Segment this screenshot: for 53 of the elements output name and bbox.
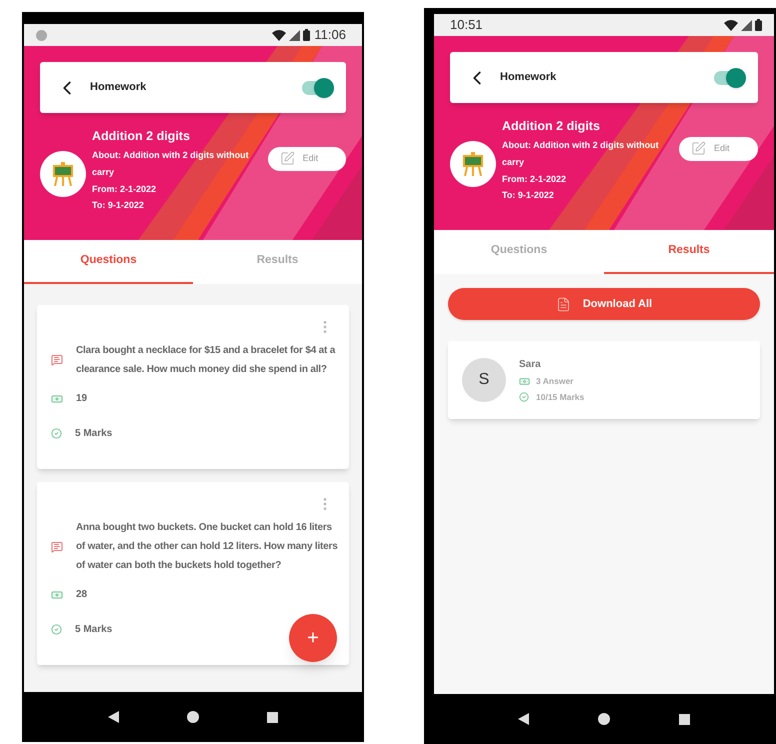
question-icon [51, 354, 63, 366]
marks-text: 5 Marks [75, 623, 112, 637]
assignment-from: From: 2-1-2022 [92, 182, 158, 196]
tab[interactable]: Results [193, 240, 362, 284]
answer-text: 28 [76, 588, 88, 602]
marks-text: 5 Marks [75, 427, 112, 441]
battery-icon [303, 29, 310, 41]
file-icon [556, 296, 571, 312]
edit-button[interactable]: Edit [679, 136, 758, 161]
question-icon [51, 540, 63, 552]
tab[interactable]: Questions [434, 230, 604, 274]
check-icon [519, 392, 529, 402]
answer-text: 19 [76, 392, 88, 406]
assignment-about: About: Addition with 2 digits without carry [502, 138, 660, 169]
money-icon [51, 392, 63, 404]
status-time: 10:51 [450, 16, 483, 34]
assignment-to: To: 9-1-2022 [502, 188, 555, 202]
wifi-icon [724, 20, 738, 30]
download-all-button[interactable]: Download All [448, 288, 760, 320]
back-nav-icon[interactable] [108, 711, 119, 723]
result-card[interactable]: S Sara 3 Answer 10/15 Marks [448, 341, 760, 419]
student-name: Sara [519, 358, 542, 372]
easel-board-icon [51, 162, 75, 186]
money-icon [519, 376, 530, 387]
question-text: Anna bought two buckets. One bucket can hold 16 liters of water, and the other can hold 12 liters. How many liters of water can both the buckets hold together? [76, 521, 339, 573]
assignment-title: Addition 2 digits [92, 128, 191, 145]
status-time: 11:06 [314, 26, 346, 44]
check-icon [51, 624, 62, 635]
easel-board-icon [461, 152, 485, 176]
home-nav-icon[interactable] [187, 711, 199, 723]
assignment-title: Addition 2 digits [502, 118, 601, 135]
assignment-from: From: 2-1-2022 [502, 172, 568, 186]
recents-nav-icon[interactable] [678, 714, 690, 724]
question-text: Clara bought a necklace for $15 and a bracelet for $4 at a clearance sale. How much money did she spend in all? [76, 344, 336, 377]
assignment-to: To: 9-1-2022 [92, 198, 145, 212]
recents-nav-icon[interactable] [267, 712, 278, 722]
edit-button[interactable]: Edit [268, 146, 346, 171]
home-nav-icon[interactable] [598, 713, 610, 725]
back-nav-icon[interactable] [518, 713, 530, 725]
battery-icon [755, 19, 762, 31]
header-title: Homework [500, 70, 556, 86]
avatar: S [462, 358, 506, 402]
wifi-icon [272, 30, 286, 40]
header-title: Homework [90, 80, 146, 96]
marks-text: 10/15 Marks [536, 390, 584, 404]
check-icon [51, 428, 62, 439]
edit-icon [280, 151, 295, 166]
money-icon [51, 588, 63, 600]
assignment-about: About: Addition with 2 digits without carry [92, 148, 250, 179]
signal-icon [289, 30, 300, 40]
answer-count: 3 Answer [536, 374, 574, 388]
signal-icon [741, 20, 752, 30]
edit-icon [691, 141, 706, 156]
